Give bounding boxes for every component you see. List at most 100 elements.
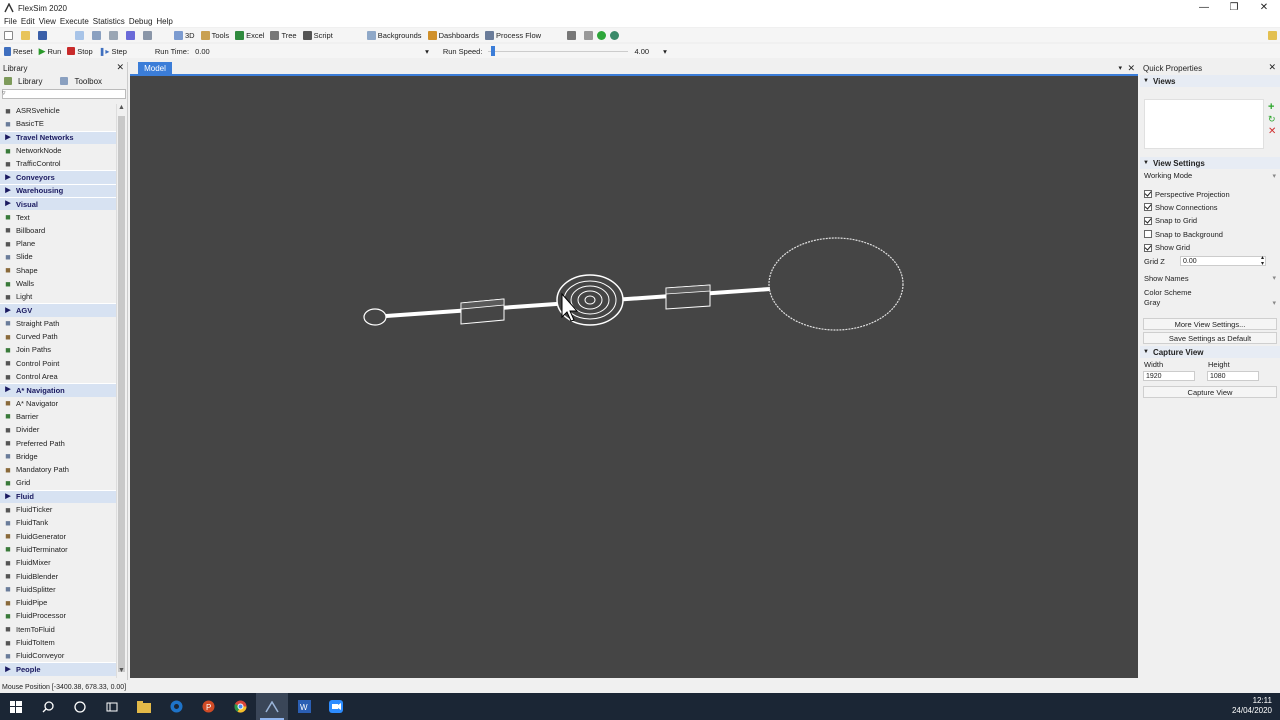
library-item[interactable]: ■ Light bbox=[0, 290, 116, 303]
new-file-icon[interactable] bbox=[4, 30, 15, 40]
menu-view[interactable]: View bbox=[39, 17, 56, 26]
file-explorer-icon[interactable] bbox=[128, 693, 160, 720]
grid-z-input[interactable]: 0.00 ▴ ▾ bbox=[1180, 255, 1266, 267]
queue-object-2[interactable] bbox=[665, 284, 711, 310]
arrange-icon[interactable] bbox=[567, 30, 578, 40]
menu-file[interactable]: File bbox=[4, 17, 17, 26]
refresh-view-icon[interactable]: ↻ bbox=[1268, 114, 1276, 125]
dashboards-button[interactable]: Dashboards bbox=[427, 30, 479, 40]
tab-list-dropdown-icon[interactable]: ▾ bbox=[1118, 64, 1122, 72]
layout-icon[interactable] bbox=[584, 30, 595, 40]
menu-edit[interactable]: Edit bbox=[21, 17, 35, 26]
excel-button[interactable]: Excel bbox=[235, 30, 264, 40]
view-setting-checkbox-row[interactable]: Snap to Background bbox=[1140, 228, 1280, 241]
step-button[interactable]: ❚▸ Step bbox=[99, 47, 127, 56]
model-3d-view[interactable] bbox=[130, 62, 1138, 678]
scroll-up-icon[interactable]: ▲ bbox=[117, 104, 126, 114]
show-names-select[interactable]: Show Names ▾ bbox=[1140, 272, 1280, 285]
color-mode-icon[interactable] bbox=[126, 30, 137, 40]
cortana-icon[interactable] bbox=[64, 693, 96, 720]
sink-object[interactable] bbox=[768, 237, 904, 331]
library-category[interactable]: ▶ Fluid bbox=[0, 489, 116, 503]
library-item[interactable]: ■ Control Point bbox=[0, 357, 116, 370]
height-input[interactable]: 1080 bbox=[1207, 371, 1259, 382]
model-scene[interactable] bbox=[130, 62, 1138, 678]
run-speed-slider[interactable] bbox=[488, 46, 629, 56]
library-item[interactable]: ■ A* Navigator bbox=[0, 397, 116, 410]
close-window-button[interactable]: ✕ bbox=[1248, 0, 1280, 16]
library-category[interactable]: ▶ Warehousing bbox=[0, 183, 116, 198]
view-settings-section-header[interactable]: ▼ View Settings bbox=[1140, 157, 1280, 169]
move-mode-icon[interactable] bbox=[109, 30, 120, 40]
folder-icon[interactable] bbox=[1268, 30, 1279, 40]
backgrounds-button[interactable]: Backgrounds bbox=[366, 30, 422, 40]
restore-button[interactable]: ❐ bbox=[1218, 0, 1250, 16]
flexsim-taskbar-icon[interactable] bbox=[256, 693, 288, 720]
checkbox[interactable] bbox=[1144, 216, 1152, 225]
menu-debug[interactable]: Debug bbox=[129, 17, 153, 26]
library-item[interactable]: ■ FluidToItem bbox=[0, 636, 116, 649]
library-item[interactable]: ■ Divider bbox=[0, 423, 116, 436]
library-item[interactable]: ■ Walls bbox=[0, 277, 116, 290]
task-view-icon[interactable] bbox=[96, 693, 128, 720]
working-mode-select[interactable]: Working Mode ▾ bbox=[1140, 169, 1280, 182]
library-item[interactable]: ■ FluidSplitter bbox=[0, 583, 116, 596]
library-item[interactable]: ■ Slide bbox=[0, 250, 116, 263]
3d-view-button[interactable]: 3D bbox=[174, 30, 195, 40]
library-item[interactable]: ■ ItemToFluid bbox=[0, 623, 116, 636]
library-item[interactable]: ■ Join Paths bbox=[0, 343, 116, 356]
queue-object-1[interactable] bbox=[460, 298, 505, 325]
color-scheme-select[interactable]: Gray ▾ bbox=[1140, 297, 1280, 308]
library-item[interactable]: ■ Shape bbox=[0, 264, 116, 277]
library-item[interactable]: ■ FluidTank bbox=[0, 516, 116, 529]
tools-button[interactable]: Tools bbox=[200, 30, 229, 40]
tree-button[interactable]: Tree bbox=[270, 30, 297, 40]
connect-mode-icon[interactable] bbox=[92, 30, 103, 40]
library-item[interactable]: ■ Billboard bbox=[0, 224, 116, 237]
process-flow-button[interactable]: Process Flow bbox=[485, 30, 541, 40]
library-item[interactable]: ■ Control Area bbox=[0, 370, 116, 383]
reset-button[interactable]: Reset bbox=[4, 46, 33, 56]
library-item[interactable]: ■ FluidBlender bbox=[0, 569, 116, 582]
library-scrollbar[interactable]: ▲ ▼ bbox=[116, 104, 126, 678]
view-setting-checkbox-row[interactable]: Snap to Grid bbox=[1140, 214, 1280, 227]
open-folder-icon[interactable] bbox=[21, 30, 32, 40]
scroll-down-icon[interactable]: ▼ bbox=[117, 667, 126, 677]
menu-statistics[interactable]: Statistics bbox=[93, 17, 125, 26]
width-input[interactable]: 1920 bbox=[1143, 371, 1195, 382]
search-icon[interactable] bbox=[32, 693, 64, 720]
taskbar-clock[interactable]: 12:11 24/04/2020 bbox=[1232, 696, 1272, 716]
checkbox[interactable] bbox=[1144, 190, 1152, 199]
library-item[interactable]: ■ NetworkNode bbox=[0, 144, 116, 157]
library-close-icon[interactable]: ✕ bbox=[116, 62, 124, 73]
zoom-icon[interactable] bbox=[320, 693, 352, 720]
library-category[interactable]: ▶ Visual bbox=[0, 197, 116, 211]
views-list[interactable] bbox=[1144, 99, 1264, 149]
windows-start-icon[interactable] bbox=[0, 693, 32, 720]
library-item[interactable]: ■ BasicTE bbox=[0, 117, 116, 130]
library-item[interactable]: ■ Plane bbox=[0, 237, 116, 250]
powerpoint-icon[interactable]: P bbox=[192, 693, 224, 720]
checkbox[interactable] bbox=[1144, 230, 1152, 239]
view-setting-checkbox-row[interactable]: Perspective Projection bbox=[1140, 187, 1280, 200]
run-speed-thumb[interactable] bbox=[491, 46, 496, 56]
library-item[interactable]: ■ FluidProcessor bbox=[0, 609, 116, 622]
spinner-icon[interactable]: ▴ ▾ bbox=[1261, 255, 1264, 267]
library-item[interactable]: ■ Bridge bbox=[0, 450, 116, 463]
save-settings-default-button[interactable]: Save Settings as Default bbox=[1143, 332, 1277, 345]
library-item[interactable]: ■ TrafficControl bbox=[0, 157, 116, 170]
chrome-browser-icon[interactable] bbox=[224, 693, 256, 720]
tab-library[interactable]: Library bbox=[0, 75, 50, 88]
minimize-button[interactable]: — bbox=[1188, 0, 1220, 16]
library-item[interactable]: ■ FluidConveyor bbox=[0, 649, 116, 662]
run-speed-dropdown-icon[interactable]: ▾ bbox=[663, 47, 667, 56]
capture-view-button[interactable]: Capture View bbox=[1143, 386, 1277, 399]
library-category[interactable]: ▶ AGV bbox=[0, 303, 116, 317]
run-button[interactable]: ▶ Run bbox=[39, 46, 62, 57]
stop-button[interactable]: Stop bbox=[67, 47, 93, 56]
menu-execute[interactable]: Execute bbox=[60, 17, 89, 26]
library-category[interactable]: ▶ People bbox=[0, 662, 116, 676]
library-item[interactable]: ■ FluidMixer bbox=[0, 556, 116, 569]
library-item[interactable]: ■ Mandatory Path bbox=[0, 463, 116, 476]
library-item[interactable]: ■ ASRSvehicle bbox=[0, 104, 116, 117]
